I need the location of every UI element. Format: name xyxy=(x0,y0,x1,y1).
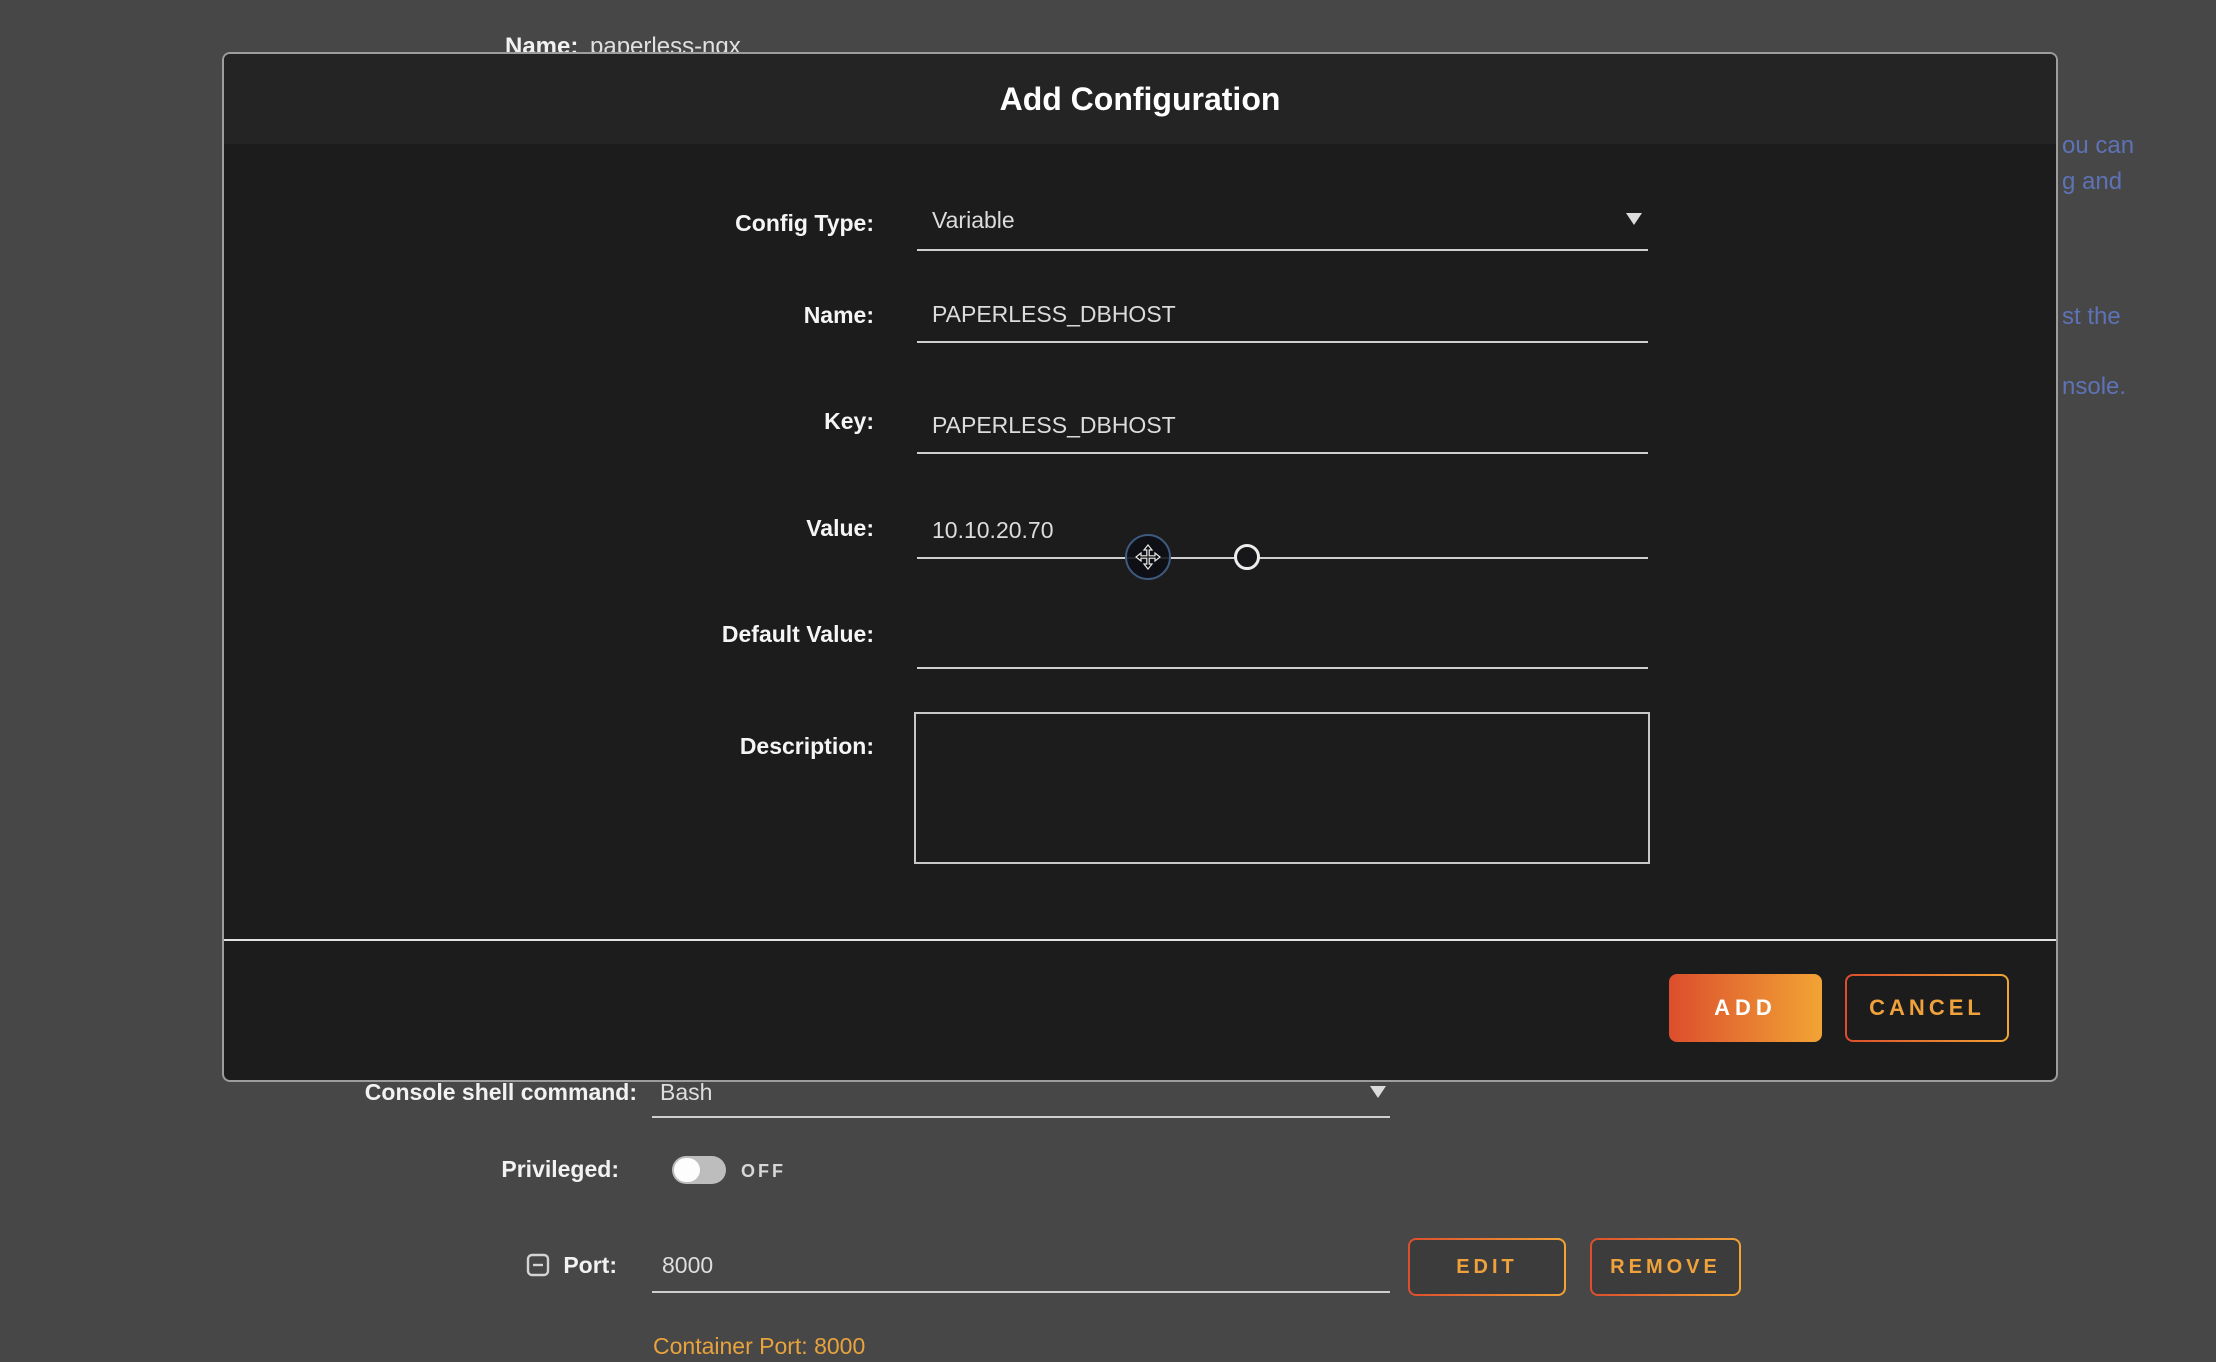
chevron-down-icon[interactable] xyxy=(1370,1086,1386,1098)
config-type-label: Config Type: xyxy=(454,210,874,237)
privileged-toggle[interactable] xyxy=(672,1156,726,1184)
clipped-help-text-line: ou can xyxy=(2062,132,2134,160)
default-value-input[interactable] xyxy=(917,619,1648,669)
clipped-help-text-line: st the xyxy=(2062,303,2121,331)
chevron-down-icon xyxy=(1626,213,1642,225)
config-type-select[interactable]: Variable xyxy=(917,201,1648,251)
port-value[interactable]: 8000 xyxy=(662,1252,713,1279)
console-shell-value[interactable]: Bash xyxy=(660,1079,712,1106)
edit-port-button[interactable]: EDIT xyxy=(1408,1238,1566,1296)
name-input[interactable] xyxy=(917,293,1648,343)
port-label: Port: xyxy=(197,1252,617,1279)
value-label: Value: xyxy=(454,515,874,542)
default-value-label: Default Value: xyxy=(454,621,874,648)
description-label: Description: xyxy=(454,733,874,760)
clipped-help-text-line: g and xyxy=(2062,168,2122,196)
description-textarea[interactable] xyxy=(914,712,1650,864)
config-type-selected-value: Variable xyxy=(932,207,1015,234)
add-button[interactable]: ADD xyxy=(1669,974,1822,1042)
move-cursor-icon xyxy=(1125,534,1171,580)
cancel-button[interactable]: CANCEL xyxy=(1845,974,2009,1042)
privileged-state-text: OFF xyxy=(741,1161,786,1182)
toggle-knob xyxy=(674,1158,700,1182)
footer-divider xyxy=(224,939,2056,941)
console-shell-label: Console shell command: xyxy=(217,1079,637,1106)
key-label: Key: xyxy=(454,408,874,435)
value-input[interactable] xyxy=(917,509,1648,559)
console-shell-underline xyxy=(652,1116,1390,1118)
dialog-title: Add Configuration xyxy=(1000,81,1281,118)
click-indicator-circle xyxy=(1234,544,1260,570)
dialog-header: Add Configuration xyxy=(224,54,2056,144)
clipped-help-text-line: nsole. xyxy=(2062,373,2126,401)
container-port-text: Container Port: 8000 xyxy=(653,1333,865,1360)
port-underline xyxy=(652,1291,1390,1293)
name-label: Name: xyxy=(454,302,874,329)
remove-port-button[interactable]: REMOVE xyxy=(1590,1238,1741,1296)
screen: Name: paperless-ngx ou can g and st the … xyxy=(0,0,2216,1362)
privileged-label: Privileged: xyxy=(199,1156,619,1183)
key-input[interactable] xyxy=(917,404,1648,454)
